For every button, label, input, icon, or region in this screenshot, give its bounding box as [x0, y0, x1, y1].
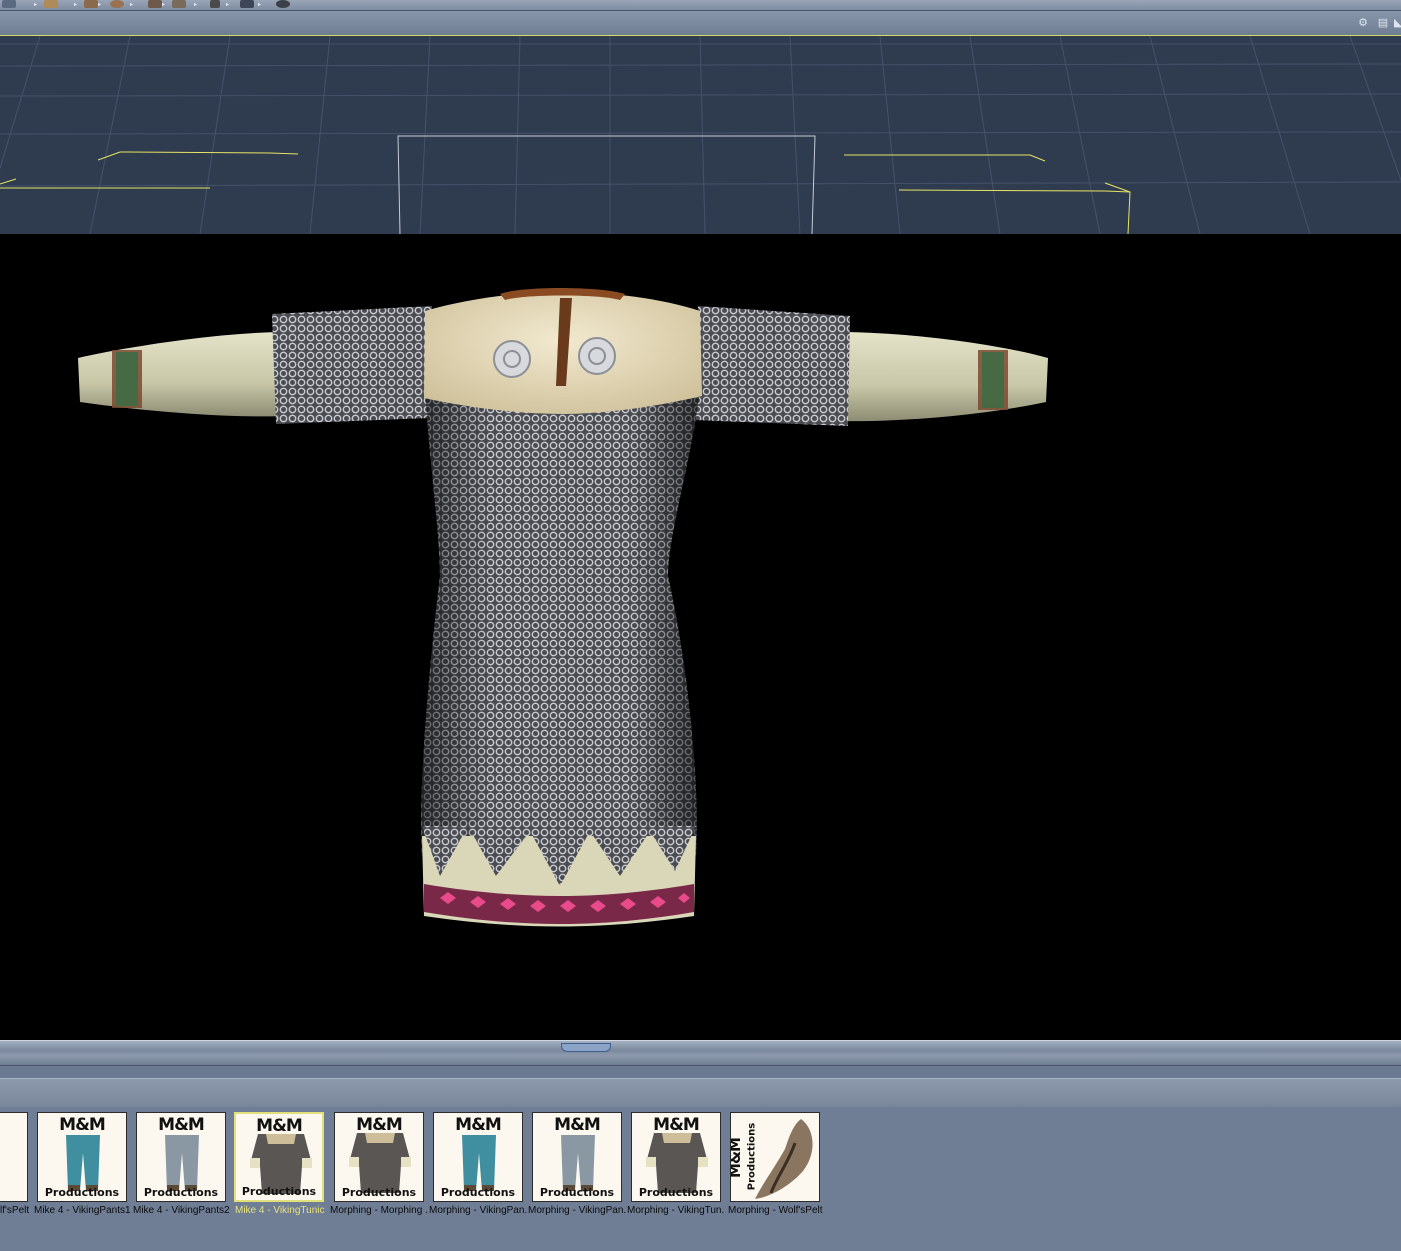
thumbnail-brand-bottom: Productions: [440, 1186, 516, 1199]
library-thumbnail[interactable]: M&M Productions: [433, 1112, 523, 1202]
expand-arrow-icon[interactable]: ▸: [130, 2, 133, 8]
poses-icon[interactable]: [240, 0, 254, 8]
lights-icon[interactable]: [148, 0, 162, 8]
expand-arrow-icon[interactable]: ▸: [226, 2, 229, 8]
main-toolbar: ▸ ▸ ▸ ▸ ▸ ▸ ▸ ▸: [0, 0, 1401, 11]
thumbnail-brand-top: M&M: [455, 1115, 502, 1135]
scenes-icon[interactable]: [276, 0, 290, 8]
library-thumbnail[interactable]: M&M Productions: [234, 1112, 324, 1202]
library-thumbnail[interactable]: M&M Productions: [730, 1112, 820, 1202]
thumbnail-brand-bottom: Productions: [241, 1185, 317, 1198]
library-item-label[interactable]: Morphing - VikingTun.: [627, 1205, 724, 1216]
window-layout-icon[interactable]: ▤: [1377, 17, 1389, 29]
library-thumbnail[interactable]: M&M Productions: [631, 1112, 721, 1202]
thumbnail-brand-top: M&M: [653, 1115, 700, 1135]
3d-viewport[interactable]: [0, 36, 1401, 1040]
expand-arrow-icon[interactable]: ▸: [34, 2, 37, 8]
render-settings-icon[interactable]: ⚙: [1357, 17, 1369, 29]
library-header-bar: [0, 1078, 1401, 1108]
document-window-bar: ⚙ ▤ ◣: [0, 11, 1401, 36]
camera-icon[interactable]: [172, 0, 186, 8]
library-item-label[interactable]: Mike 4 - VikingPants2: [133, 1205, 230, 1216]
thumbnail-brand-top: M&M: [554, 1115, 601, 1135]
library-thumbnail[interactable]: M&M Productions: [37, 1112, 127, 1202]
expand-arrow-icon[interactable]: ▸: [258, 2, 261, 8]
thumbnail-brand-top: M&M: [730, 1138, 744, 1178]
panel-splitter[interactable]: [0, 1040, 1401, 1066]
viewport-scene: [0, 36, 1401, 927]
library-item-label[interactable]: Morphing - VikingPan.: [429, 1205, 527, 1216]
hand-icon[interactable]: [110, 0, 124, 8]
props-icon[interactable]: [44, 0, 58, 8]
thumbnail-brand-top: M&M: [59, 1115, 106, 1135]
library-thumbnail-strip[interactable]: M&M Productions M&M Productions M&M Productio…: [0, 1107, 1401, 1251]
library-item-label[interactable]: Morphing - Morphing .: [330, 1205, 428, 1216]
thumbnail-brand-top: M&M: [256, 1116, 303, 1136]
library-item-label[interactable]: Morphing - VikingPan.: [528, 1205, 626, 1216]
thumbnail-brand-top: M&M: [356, 1115, 403, 1135]
hair-icon[interactable]: [84, 0, 98, 8]
expand-arrow-icon[interactable]: ▸: [74, 2, 77, 8]
library-item-label[interactable]: Morphing - Wolf'sPelt: [728, 1205, 823, 1216]
ground-grid: [0, 36, 1401, 235]
expand-arrow-icon[interactable]: ▸: [98, 2, 101, 8]
thumbnail-preview-icon: [0, 1113, 28, 1202]
library-thumbnail[interactable]: M&M Productions: [136, 1112, 226, 1202]
library-thumbnail[interactable]: [0, 1112, 28, 1202]
splitter-grip-icon[interactable]: [561, 1043, 611, 1052]
viking-tunic-model[interactable]: [78, 288, 1048, 927]
materials-icon[interactable]: [210, 0, 220, 8]
thumbnail-preview-icon: [755, 1119, 813, 1199]
library-thumbnail[interactable]: M&M Productions: [334, 1112, 424, 1202]
thumbnail-brand-bottom: Productions: [341, 1186, 417, 1199]
thumbnail-brand-bottom: Productions: [638, 1186, 714, 1199]
expand-arrow-icon[interactable]: ▸: [162, 2, 165, 8]
thumbnail-brand-bottom: Productions: [539, 1186, 615, 1199]
options-icon[interactable]: ◣: [1394, 17, 1401, 29]
library-item-label[interactable]: Mike 4 - VikingPants1: [34, 1205, 131, 1216]
thumbnail-brand-bottom: Productions: [143, 1186, 219, 1199]
thumbnail-brand-top: M&M: [158, 1115, 205, 1135]
figure-icon[interactable]: [2, 0, 16, 8]
library-item-label[interactable]: Mike 4 - VikingTunic: [235, 1205, 324, 1216]
library-item-label[interactable]: lf'sPelt: [0, 1205, 29, 1216]
expand-arrow-icon[interactable]: ▸: [194, 2, 197, 8]
thumbnail-brand-bottom: Productions: [44, 1186, 120, 1199]
thumbnail-brand-bottom: Productions: [746, 1122, 758, 1191]
library-thumbnail[interactable]: M&M Productions: [532, 1112, 622, 1202]
